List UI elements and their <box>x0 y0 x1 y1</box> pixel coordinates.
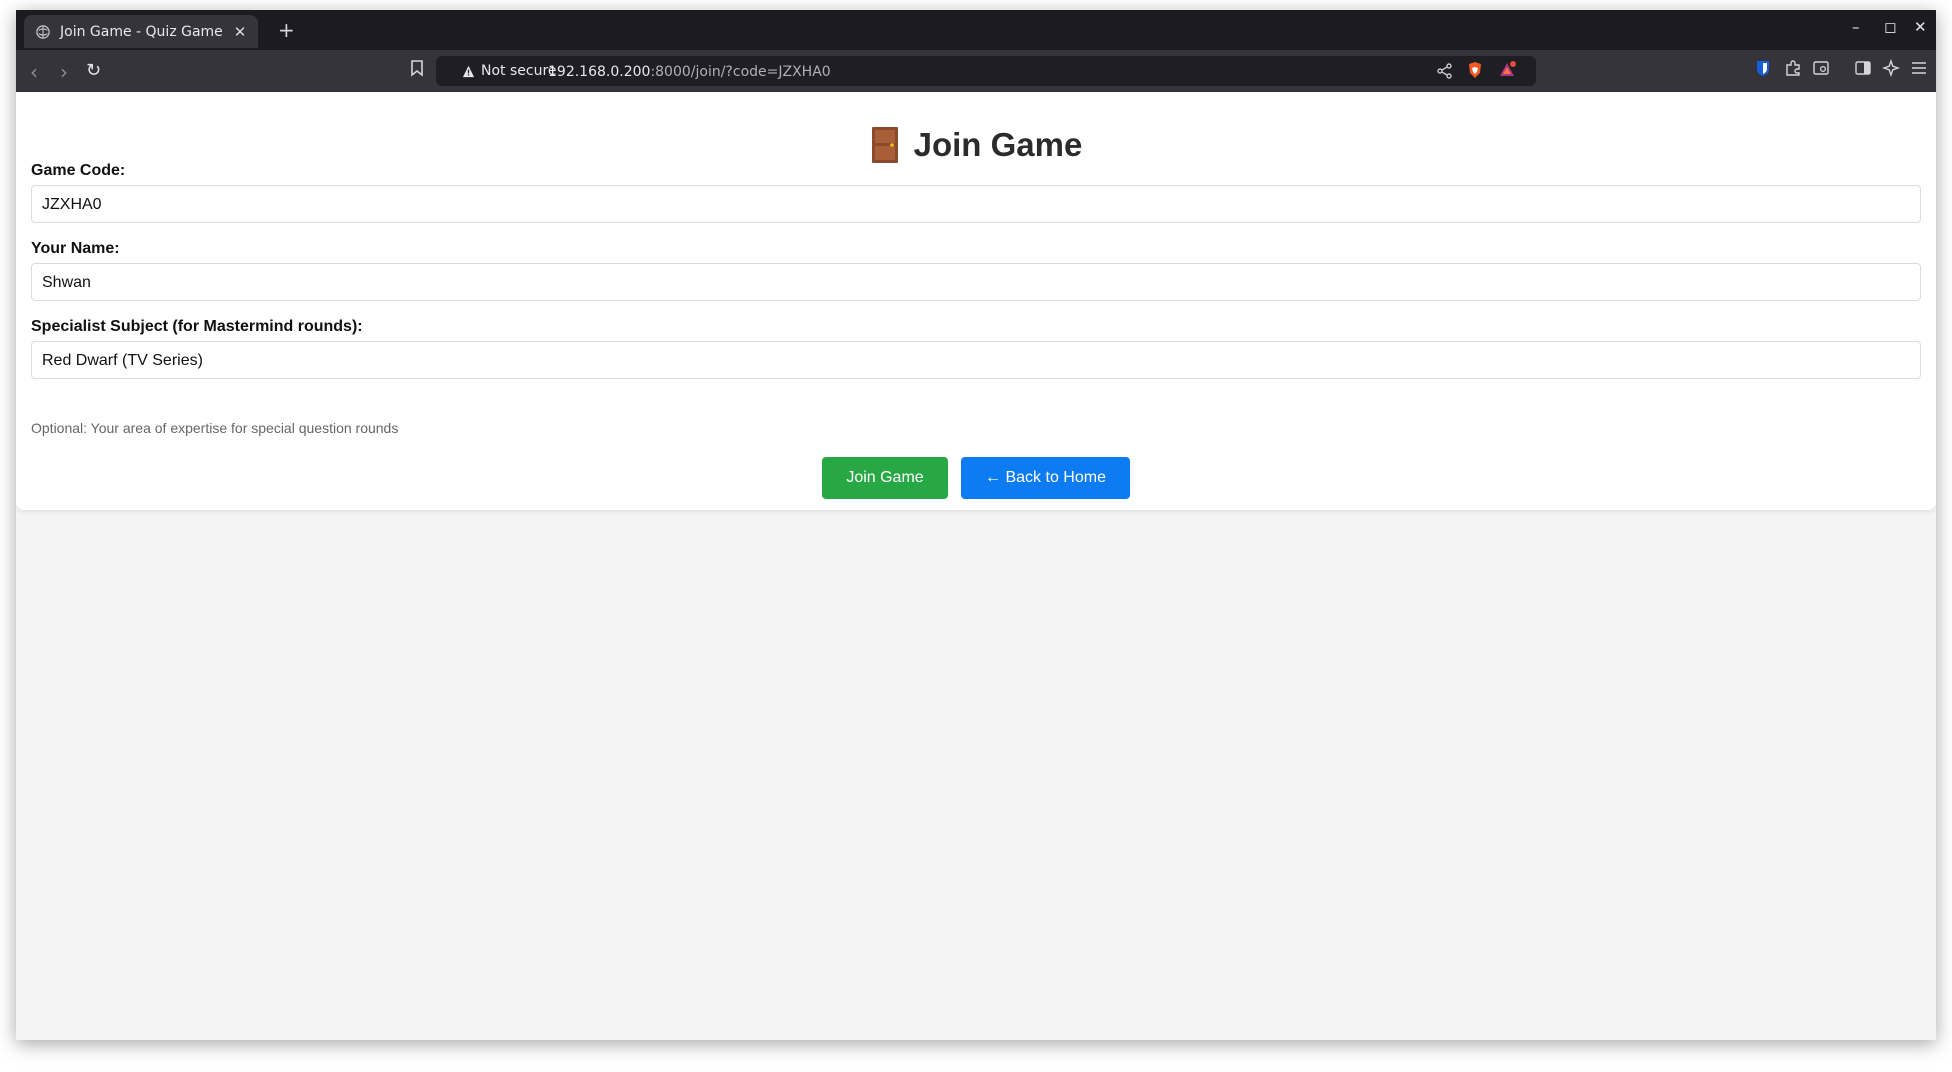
specialist-subject-input[interactable]: Red Dwarf (TV Series) <box>31 341 1921 379</box>
back-icon[interactable]: ‹ <box>30 60 38 84</box>
browser-window: Join Game - Quiz Game ✕ + – ◻ ✕ ‹ › ↻ No… <box>16 10 1936 1040</box>
menu-icon[interactable] <box>1910 59 1928 77</box>
page-title-text: Join Game <box>913 126 1083 163</box>
back-to-home-button[interactable]: ← Back to Home <box>961 457 1130 499</box>
url-path: :8000/join/?code=JZXHA0 <box>650 64 831 80</box>
brave-shields-icon[interactable] <box>1466 61 1484 79</box>
specialist-subject-hint: Optional: Your area of expertise for spe… <box>31 420 399 436</box>
share-icon[interactable] <box>1436 62 1454 80</box>
game-code-label: Game Code: <box>31 162 126 179</box>
bookmark-icon[interactable] <box>408 59 426 77</box>
bitwarden-icon[interactable] <box>1754 59 1772 77</box>
sidebar-icon[interactable] <box>1854 59 1872 77</box>
new-tab-button[interactable]: + <box>278 18 295 42</box>
forward-icon[interactable]: › <box>60 60 68 84</box>
reload-icon[interactable]: ↻ <box>86 60 101 81</box>
join-game-button[interactable]: Join Game <box>822 457 948 499</box>
extensions-icon[interactable] <box>1784 59 1802 77</box>
security-indicator[interactable]: Not secure <box>462 63 557 79</box>
browser-toolbar: ‹ › ↻ Not secure 192.168.0.200:8000/join… <box>16 50 1936 92</box>
url-host: 192.168.0.200 <box>548 64 651 80</box>
page-title: Join Game <box>16 126 1936 164</box>
security-label: Not secure <box>481 63 557 79</box>
url-text: 192.168.0.200:8000/join/?code=JZXHA0 <box>548 64 831 80</box>
tab-title: Join Game - Quiz Game <box>60 23 223 40</box>
warning-icon <box>462 65 475 77</box>
close-window-button[interactable]: ✕ <box>1914 18 1927 36</box>
maximize-button[interactable]: ◻ <box>1884 18 1896 36</box>
your-name-input[interactable]: Shwan <box>31 263 1921 301</box>
leo-ai-icon[interactable] <box>1882 59 1900 77</box>
tab-join-game[interactable]: Join Game - Quiz Game ✕ <box>24 15 258 48</box>
brave-rewards-icon[interactable] <box>1498 61 1516 79</box>
tab-strip: Join Game - Quiz Game ✕ + – ◻ ✕ <box>16 10 1936 50</box>
tab-capture-icon[interactable] <box>1812 59 1830 77</box>
game-code-input[interactable]: JZXHA0 <box>31 185 1921 223</box>
minimize-button[interactable]: – <box>1852 18 1860 36</box>
globe-icon <box>36 24 50 39</box>
tab-close-icon[interactable]: ✕ <box>230 23 250 41</box>
address-bar[interactable]: Not secure 192.168.0.200:8000/join/?code… <box>436 56 1536 86</box>
join-game-card: Join Game Game Code: JZXHA0 Your Name: S… <box>16 92 1936 510</box>
specialist-subject-label: Specialist Subject (for Mastermind round… <box>31 318 363 335</box>
door-icon <box>871 127 898 163</box>
your-name-label: Your Name: <box>31 240 120 257</box>
